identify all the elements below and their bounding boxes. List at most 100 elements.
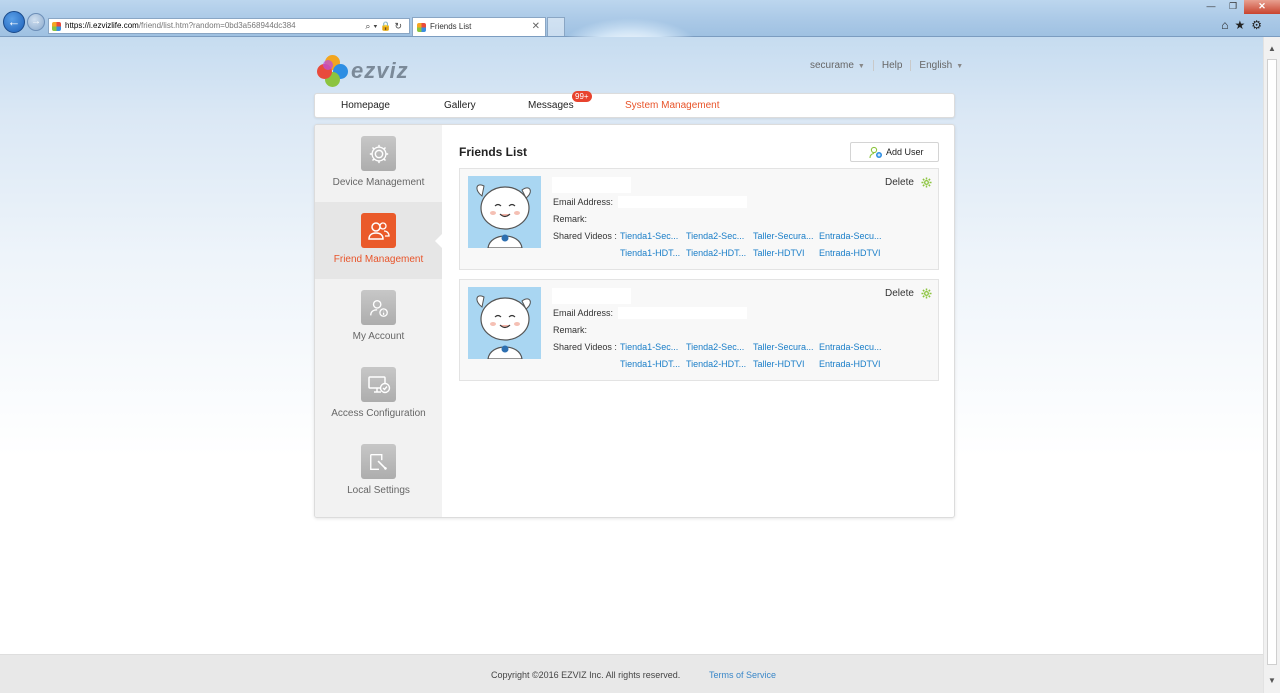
shared-video-link[interactable]: Taller-Secura... [753, 231, 814, 241]
email-label: Email Address: [553, 308, 614, 318]
delete-friend-button[interactable]: Delete [885, 177, 914, 188]
shared-videos-label: Shared Videos : [553, 231, 617, 241]
nav-gallery[interactable]: Gallery [444, 94, 476, 118]
home-icon[interactable]: ⌂ [1221, 18, 1234, 32]
footer: Copyright ©2016 EZVIZ Inc. All rights re… [0, 654, 1263, 693]
shared-videos-label: Shared Videos : [553, 342, 617, 352]
forward-button[interactable]: → [27, 13, 45, 31]
friend-card: Email Address: Remark: Shared Videos : T… [459, 168, 939, 270]
new-tab-button[interactable] [547, 17, 565, 36]
shared-video-link[interactable]: Tienda1-HDT... [620, 248, 680, 258]
terms-of-service-link[interactable]: Terms of Service [709, 670, 776, 680]
friend-card: Email Address: Remark: Shared Videos : T… [459, 279, 939, 381]
friends-icon [361, 213, 396, 248]
language-label: English [919, 60, 953, 71]
url-host: https://i.ezvizlife.com [65, 21, 139, 30]
logo-wordmark: ezviz [351, 58, 409, 83]
shared-video-link[interactable]: Tienda2-Sec... [686, 231, 744, 241]
sidebar-item-label: Friend Management [333, 254, 424, 265]
remark-label: Remark: [553, 214, 588, 224]
friend-name-redacted [552, 288, 631, 304]
delete-friend-button[interactable]: Delete [885, 288, 914, 299]
settings-gear-icon[interactable] [921, 177, 932, 191]
browser-chrome: ← → https://i.ezvizlife.com/friend/list.… [0, 0, 1280, 78]
favorites-star-icon[interactable]: ★ [1234, 18, 1251, 32]
nav-system-management[interactable]: System Management [625, 94, 720, 118]
shared-video-link[interactable]: Tienda1-Sec... [620, 342, 678, 352]
copyright-text: Copyright ©2016 EZVIZ Inc. All rights re… [491, 670, 681, 680]
shared-video-link[interactable]: Entrada-HDTVI [819, 248, 881, 258]
shared-video-link[interactable]: Tienda2-HDT... [686, 359, 746, 369]
email-redacted [618, 196, 747, 208]
nav-homepage[interactable]: Homepage [341, 94, 390, 118]
shared-video-link[interactable]: Tienda2-HDT... [686, 248, 746, 258]
shared-video-link[interactable]: Entrada-Secu... [819, 231, 882, 241]
account-icon [361, 290, 396, 325]
sidebar-item-label: My Account [352, 331, 405, 342]
help-link[interactable]: Help [882, 60, 903, 71]
address-tools-icons[interactable]: ⌕▾🔒↻ [365, 19, 405, 33]
gear-icon [361, 136, 396, 171]
chevron-down-icon: ▼ [956, 63, 964, 70]
divider [872, 60, 874, 71]
ezviz-logo[interactable]: ezviz [317, 55, 409, 87]
settings-gear-icon[interactable] [921, 288, 932, 302]
add-user-icon [869, 146, 883, 165]
shared-video-link[interactable]: Tienda1-HDT... [620, 359, 680, 369]
shared-video-link[interactable]: Entrada-Secu... [819, 342, 882, 352]
friends-content: Friends List Add User Email Address: Rem… [442, 125, 954, 517]
user-menu[interactable]: securame ▼ [810, 60, 865, 71]
sidebar-item-label: Local Settings [347, 485, 410, 496]
url-path: /friend/list.htm?random=0bd3a568944dc384 [138, 21, 296, 30]
friend-name-redacted [552, 177, 631, 193]
address-bar[interactable]: https://i.ezvizlife.com/friend/list.htm?… [48, 18, 410, 34]
sidebar-item-my-account[interactable]: My Account [315, 279, 442, 356]
settings-gear-icon[interactable]: ⚙ [1251, 18, 1268, 32]
username: securame [810, 60, 854, 71]
sidebar-item-device-management[interactable]: Device Management [315, 125, 442, 202]
remark-label: Remark: [553, 325, 588, 335]
browser-command-icons[interactable]: ⌂★⚙ [1221, 18, 1268, 32]
vertical-scrollbar[interactable]: ▲ ▼ [1263, 37, 1280, 693]
logo-flower-icon [317, 55, 349, 87]
active-pointer [435, 234, 442, 248]
sidebar-item-access-configuration[interactable]: Access Configuration [315, 356, 442, 433]
tab-favicon-icon [417, 23, 426, 32]
chevron-down-icon: ▼ [857, 63, 865, 70]
minimize-icon[interactable]: — [1200, 0, 1222, 14]
divider [910, 60, 912, 71]
scrollbar-thumb[interactable] [1267, 59, 1277, 665]
friend-avatar [468, 176, 541, 248]
shared-video-link[interactable]: Taller-Secura... [753, 342, 814, 352]
restore-icon[interactable]: ❐ [1222, 0, 1244, 14]
tab-title: Friends List [430, 22, 472, 31]
shared-video-link[interactable]: Taller-HDTVI [753, 248, 805, 258]
shared-video-link[interactable]: Entrada-HDTVI [819, 359, 881, 369]
shared-video-link[interactable]: Tienda2-Sec... [686, 342, 744, 352]
friend-avatar [468, 287, 541, 359]
shared-video-link[interactable]: Taller-HDTVI [753, 359, 805, 369]
browser-tab[interactable]: Friends List ✕ [412, 17, 546, 36]
window-controls: — ❐ ✕ [1200, 0, 1280, 14]
scroll-down-icon[interactable]: ▼ [1264, 673, 1280, 689]
add-user-button[interactable]: Add User [850, 142, 939, 162]
close-window-icon[interactable]: ✕ [1244, 0, 1280, 14]
language-select[interactable]: English ▼ [919, 60, 963, 71]
page-title: Friends List [459, 145, 528, 159]
sidebar-item-label: Device Management [332, 177, 425, 188]
shared-video-link[interactable]: Tienda1-Sec... [620, 231, 678, 241]
nav-messages[interactable]: Messages [528, 94, 574, 118]
email-label: Email Address: [553, 197, 614, 207]
sidebar: Device Management Friend Management My A… [315, 125, 442, 517]
main-nav: Homepage Gallery Messages 99+ System Man… [314, 91, 955, 118]
back-button[interactable]: ← [3, 11, 25, 33]
site-favicon-icon [52, 22, 61, 31]
tab-close-icon[interactable]: ✕ [532, 18, 540, 36]
sidebar-item-local-settings[interactable]: Local Settings [315, 433, 442, 510]
scroll-up-icon[interactable]: ▲ [1264, 41, 1280, 57]
page: ezviz securame ▼ Help English ▼ Homepage G… [0, 37, 1263, 693]
sidebar-item-friend-management[interactable]: Friend Management [315, 202, 442, 279]
header-links: securame ▼ Help English ▼ [810, 60, 963, 71]
messages-badge: 99+ [572, 91, 592, 102]
management-panel: Device Management Friend Management My A… [314, 124, 955, 518]
